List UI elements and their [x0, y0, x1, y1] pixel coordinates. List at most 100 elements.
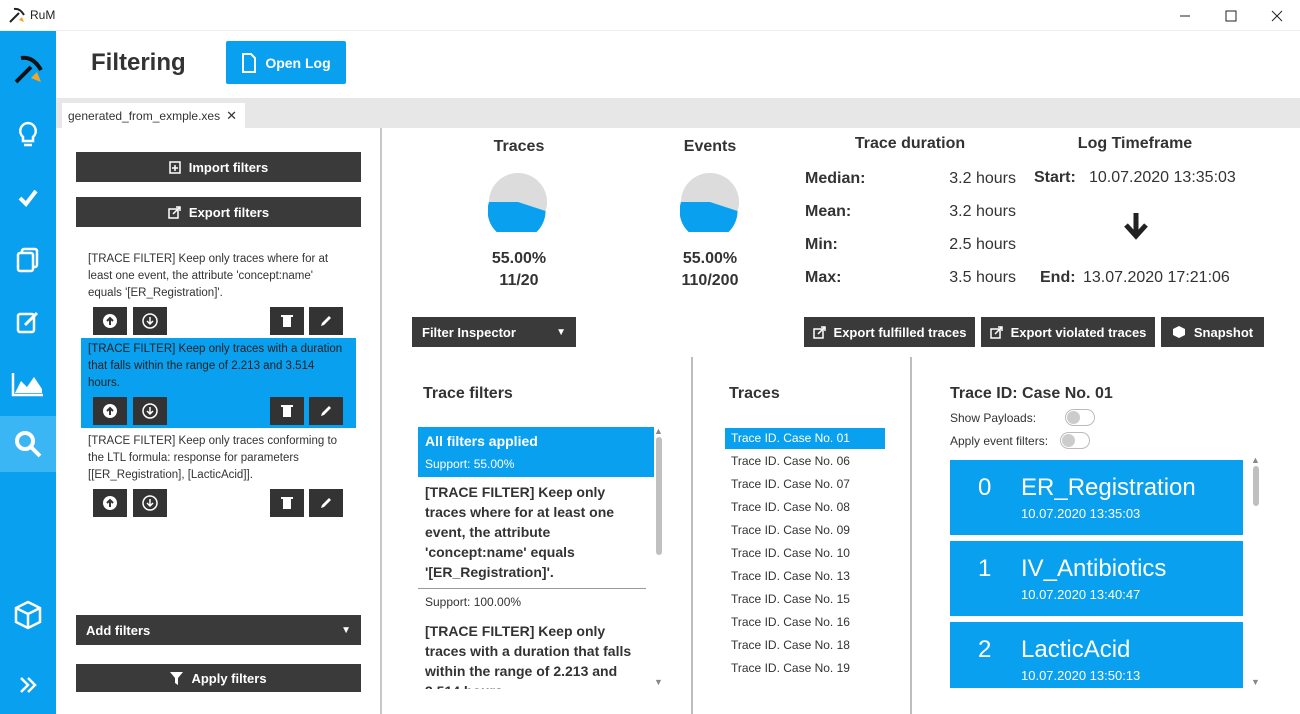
import-filters-button[interactable]: Import filters [76, 152, 361, 182]
arrow-down-icon [142, 313, 158, 329]
scroll-up-icon[interactable]: ▲ [1251, 455, 1260, 465]
edit-button[interactable] [309, 489, 343, 517]
search-icon[interactable] [0, 416, 56, 472]
trace-list-item[interactable]: Trace ID. Case No. 13 [725, 566, 885, 587]
trace-list-item[interactable]: Trace ID. Case No. 10 [725, 543, 885, 564]
list-item-selected[interactable]: All filters applied Support: 55.00% [418, 427, 654, 477]
open-log-label: Open Log [265, 54, 331, 71]
event-card[interactable]: 0 ER_Registration 10.07.2020 13:35:03 [950, 460, 1243, 535]
lightbulb-icon[interactable] [0, 107, 56, 163]
import-icon [169, 160, 181, 174]
trace-list-item[interactable]: Trace ID. Case No. 16 [725, 612, 885, 633]
pickaxe-icon [9, 7, 25, 23]
move-up-button[interactable] [93, 489, 127, 517]
move-up-button[interactable] [93, 307, 127, 335]
trace-list-item[interactable]: Trace ID. Case No. 15 [725, 589, 885, 610]
traces-count: 11/20 [499, 272, 539, 289]
move-down-button[interactable] [133, 307, 167, 335]
open-log-button[interactable]: Open Log [226, 41, 346, 84]
filter-inspector-dropdown[interactable]: Filter Inspector ▼ [412, 317, 576, 347]
trace-list-item[interactable]: Trace ID. Case No. 08 [725, 497, 885, 518]
delete-button[interactable] [270, 397, 304, 425]
apply-filters-label: Apply filters [191, 670, 267, 686]
column-divider[interactable] [691, 357, 693, 714]
maximize-icon[interactable] [1208, 0, 1254, 31]
timeframe-end-label: End: [1040, 269, 1076, 286]
move-up-button[interactable] [93, 397, 127, 425]
event-time: 10.07.2020 13:35:03 [1021, 506, 1141, 521]
trace-list-item[interactable]: Trace ID. Case No. 19 [725, 658, 885, 679]
snapshot-button[interactable]: Snapshot [1161, 317, 1264, 347]
copy-icon[interactable] [0, 232, 56, 288]
trace-filters-heading: Trace filters [423, 385, 513, 402]
trace-list-item[interactable]: Trace ID. Case No. 06 [725, 451, 885, 472]
caret-down-icon: ▼ [556, 326, 566, 338]
chevron-double-right-icon[interactable] [0, 657, 56, 713]
move-down-button[interactable] [133, 397, 167, 425]
duration-max-value: 3.5 hours [949, 269, 1016, 286]
apply-filters-button[interactable]: Apply filters [76, 664, 361, 692]
export-violated-button[interactable]: Export violated traces [981, 317, 1155, 347]
duration-max-label: Max: [805, 269, 842, 286]
checkmark-icon[interactable] [0, 170, 56, 226]
scroll-up-icon[interactable]: ▲ [654, 426, 663, 436]
close-icon[interactable]: ✕ [226, 108, 237, 124]
title-bar: RuM [0, 0, 1300, 31]
export-icon [989, 325, 1003, 339]
area-chart-icon[interactable] [0, 356, 56, 412]
list-item[interactable]: [TRACE FILTER] Keep only traces where fo… [418, 477, 646, 589]
trace-filters-list[interactable]: All filters applied Support: 55.00% [TRA… [418, 427, 654, 689]
event-card[interactable]: 2 LacticAcid 10.07.2020 13:50:13 [950, 622, 1243, 688]
arrow-down-icon [142, 403, 158, 419]
edit-button[interactable] [309, 307, 343, 335]
edit-button[interactable] [309, 397, 343, 425]
column-divider[interactable] [910, 357, 912, 714]
show-payloads-toggle[interactable] [1065, 409, 1095, 426]
list-item[interactable]: [TRACE FILTER] Keep only traces with a d… [418, 619, 654, 689]
tab-strip: generated_from_exmple.xes ✕ [56, 98, 1300, 128]
export-fulfilled-label: Export fulfilled traces [833, 324, 967, 340]
tab-file[interactable]: generated_from_exmple.xes ✕ [62, 103, 245, 128]
traces-pie-chart [488, 173, 547, 232]
export-fulfilled-button[interactable]: Export fulfilled traces [804, 317, 975, 347]
delete-button[interactable] [270, 307, 304, 335]
move-down-button[interactable] [133, 489, 167, 517]
trace-list-item[interactable]: Trace ID. Case No. 07 [725, 474, 885, 495]
filter-text: [TRACE FILTER] Keep only traces where fo… [88, 253, 329, 299]
minimize-icon[interactable] [1162, 0, 1208, 31]
export-filters-button[interactable]: Export filters [76, 197, 361, 227]
close-icon[interactable] [1254, 0, 1300, 31]
arrow-up-icon [103, 404, 117, 418]
events-pie-chart [680, 173, 739, 232]
scroll-down-icon[interactable]: ▼ [654, 677, 663, 687]
scroll-down-icon[interactable]: ▼ [1251, 677, 1260, 687]
trace-filter-title: All filters applied [425, 433, 538, 449]
trace-duration-label: Trace duration [854, 135, 966, 152]
trace-list-item[interactable]: Trace ID. Case No. 18 [725, 635, 885, 656]
timeframe-end-value: 13.07.2020 17:21:06 [1083, 269, 1230, 286]
traces-heading: Traces [729, 385, 780, 402]
delete-button[interactable] [270, 489, 304, 517]
edit-icon[interactable] [0, 294, 56, 350]
arrow-up-icon [103, 496, 117, 510]
export-icon [168, 205, 181, 219]
filter-text: [TRACE FILTER] Keep only traces with a d… [88, 343, 343, 389]
trace-list-item[interactable]: Trace ID. Case No. 01 [725, 428, 885, 449]
pencil-icon [321, 498, 331, 508]
event-name: ER_Registration [1021, 474, 1196, 501]
trace-list-item[interactable]: Trace ID. Case No. 09 [725, 520, 885, 541]
apply-event-filters-toggle[interactable] [1060, 432, 1090, 449]
pencil-icon [321, 406, 331, 416]
trace-filter-title: [TRACE FILTER] Keep only traces with a d… [425, 623, 632, 689]
event-name: LacticAcid [1021, 636, 1131, 663]
cube-icon[interactable] [0, 587, 56, 643]
add-filters-dropdown[interactable]: Add filters ▼ [76, 615, 361, 645]
pickaxe-icon[interactable] [0, 41, 56, 97]
scrollbar-thumb[interactable] [656, 437, 662, 555]
duration-median-label: Median: [805, 170, 866, 187]
sidebar [0, 31, 56, 714]
filter-list-panel: Import filters Export filters [TRACE FIL… [56, 128, 382, 714]
event-card[interactable]: 1 IV_Antibiotics 10.07.2020 13:40:47 [950, 541, 1243, 616]
scrollbar-thumb[interactable] [1253, 466, 1259, 506]
funnel-icon [170, 671, 184, 685]
